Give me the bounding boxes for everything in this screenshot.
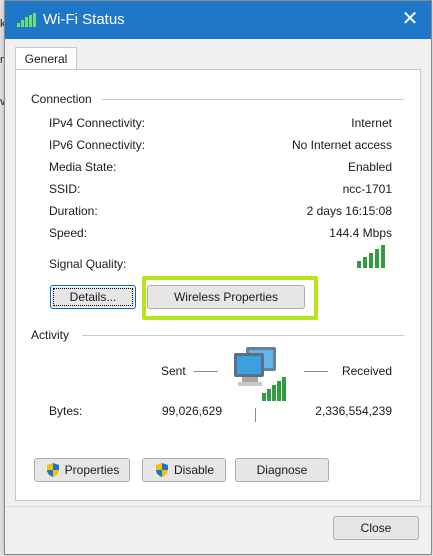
media-state-label: Media State: — [49, 160, 117, 174]
sent-label: Sent — [161, 364, 186, 378]
close-window-button[interactable]: ✕ — [397, 7, 423, 33]
signal-quality-icon — [357, 245, 385, 268]
received-label: Received — [341, 364, 392, 378]
wireless-properties-button[interactable]: Wireless Properties — [147, 285, 305, 309]
wifi-signal-icon — [17, 13, 36, 27]
tab-general[interactable]: General — [15, 47, 77, 70]
bytes-divider — [255, 408, 256, 422]
diagnose-button[interactable]: Diagnose — [235, 458, 329, 482]
close-icon: ✕ — [401, 8, 419, 30]
duration-value: 2 days 16:15:08 — [306, 204, 392, 218]
signal-quality-label: Signal Quality: — [49, 257, 127, 271]
window-title: Wi-Fi Status — [43, 11, 125, 28]
connection-group-label: Connection — [31, 92, 92, 106]
ipv4-value: Internet — [351, 116, 392, 130]
wifi-status-dialog: Wi-Fi Status ✕ General Connection IPv4 C… — [4, 0, 432, 555]
speed-value: 144.4 Mbps — [329, 226, 392, 240]
activity-group-label: Activity — [31, 328, 70, 342]
speed-label: Speed: — [49, 226, 88, 240]
bytes-received-value: 2,336,554,239 — [315, 404, 392, 418]
disable-button-label: Disable — [173, 463, 215, 477]
footer-divider — [5, 506, 431, 507]
ssid-label: SSID: — [49, 182, 81, 196]
network-computers-icon — [234, 347, 286, 401]
close-button[interactable]: Close — [333, 516, 419, 540]
bytes-label: Bytes: — [49, 404, 83, 418]
properties-button[interactable]: Properties — [34, 458, 130, 482]
sent-line — [194, 371, 218, 372]
received-line — [304, 371, 328, 372]
disable-button[interactable]: Disable — [142, 458, 226, 482]
duration-label: Duration: — [49, 204, 98, 218]
title-bar[interactable]: Wi-Fi Status ✕ — [5, 1, 431, 39]
media-state-value: Enabled — [347, 160, 392, 174]
ipv6-label: IPv6 Connectivity: — [49, 138, 146, 152]
properties-button-label: Properties — [64, 463, 120, 477]
connection-divider — [102, 99, 404, 100]
ipv4-label: IPv4 Connectivity: — [49, 116, 146, 130]
activity-divider — [82, 335, 404, 336]
details-button[interactable]: Details... — [50, 285, 136, 309]
ipv6-value: No Internet access — [291, 138, 392, 152]
uac-shield-icon — [46, 463, 59, 477]
uac-shield-icon — [155, 463, 168, 477]
bytes-sent-value: 99,026,629 — [161, 404, 222, 418]
ssid-value: ncc-1701 — [342, 182, 392, 196]
general-panel: Connection IPv4 Connectivity: Internet I… — [15, 69, 421, 501]
